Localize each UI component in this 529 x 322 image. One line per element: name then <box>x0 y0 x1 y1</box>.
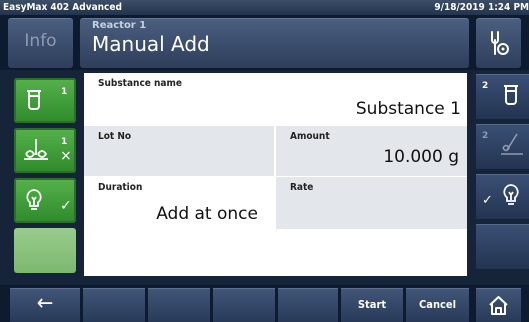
substance-name-value: Substance 1 <box>355 99 461 119</box>
device-name: EasyMax 402 Advanced <box>3 2 122 13</box>
info-button[interactable]: Info <box>8 18 73 68</box>
footer-empty-button-3[interactable] <box>213 288 275 322</box>
reactor2-stirrer-button[interactable]: 2 <box>476 124 529 169</box>
amount-field[interactable]: Amount 10.000 g <box>276 126 467 176</box>
amount-label: Amount <box>290 131 330 142</box>
back-button[interactable]: ← <box>10 288 80 322</box>
duration-value: Add at once <box>156 204 258 224</box>
light-button[interactable]: ✓ <box>14 178 76 223</box>
footer-empty-button-4[interactable] <box>278 288 338 322</box>
beaker-icon <box>27 90 41 110</box>
settings-button[interactable] <box>476 18 521 68</box>
reactor2-light-button[interactable]: ✓ <box>476 174 529 219</box>
reactor-label: Reactor 1 <box>92 20 147 31</box>
datetime: 9/18/2019 1:24 PM <box>434 2 529 13</box>
home-icon <box>489 296 508 315</box>
beaker-icon <box>504 85 518 105</box>
stirrer-icon <box>24 139 48 160</box>
bulb-icon <box>503 184 519 205</box>
cancel-button[interactable]: Cancel <box>406 288 469 322</box>
substance-name-label: Substance name <box>98 78 182 89</box>
stirrer-icon <box>501 133 523 155</box>
beaker-number: 1 <box>61 87 68 97</box>
reactor2-beaker-button[interactable]: 2 <box>476 74 529 119</box>
page-title: Manual Add <box>92 32 210 56</box>
substance-name-field[interactable]: Substance name Substance 1 <box>84 73 467 125</box>
duration-field[interactable]: Duration Add at once <box>84 177 274 229</box>
wrench-gear-icon <box>491 31 509 55</box>
home-button[interactable] <box>476 288 521 322</box>
empty-slot-button[interactable] <box>14 228 76 273</box>
reactor2-empty-button[interactable] <box>476 224 529 269</box>
title-panel: Reactor 1 Manual Add <box>80 18 469 68</box>
reactor2-beaker-number: 2 <box>482 81 489 91</box>
reactor2-light-check: ✓ <box>482 193 493 208</box>
lot-no-field[interactable]: Lot No <box>84 126 274 176</box>
light-check-mark: ✓ <box>60 198 72 214</box>
stirrer-off-mark: × <box>60 148 72 164</box>
info-label: Info <box>24 31 57 51</box>
header: Info Reactor 1 Manual Add <box>0 15 529 70</box>
rate-label: Rate <box>290 182 314 193</box>
stirrer-number: 1 <box>61 137 68 147</box>
amount-value: 10.000 g <box>383 147 459 167</box>
status-bar: EasyMax 402 Advanced 9/18/2019 1:24 PM <box>0 0 529 15</box>
empty-row <box>84 230 467 276</box>
footer-bar: ← Start Cancel <box>0 285 529 322</box>
screen: EasyMax 402 Advanced 9/18/2019 1:24 PM I… <box>0 0 529 322</box>
bulb-icon <box>26 189 42 210</box>
addition-beaker-button[interactable]: 1 <box>14 78 76 123</box>
footer-empty-button-2[interactable] <box>148 288 210 322</box>
rate-field[interactable]: Rate <box>276 177 467 229</box>
parameter-panel: Substance name Substance 1 Lot No Amount… <box>84 73 467 276</box>
reactor2-stirrer-number: 2 <box>482 131 489 141</box>
lot-no-label: Lot No <box>98 131 132 142</box>
footer-empty-button-1[interactable] <box>83 288 145 322</box>
duration-label: Duration <box>98 182 143 193</box>
start-button[interactable]: Start <box>341 288 403 322</box>
stirrer-button[interactable]: 1 × <box>14 128 76 173</box>
